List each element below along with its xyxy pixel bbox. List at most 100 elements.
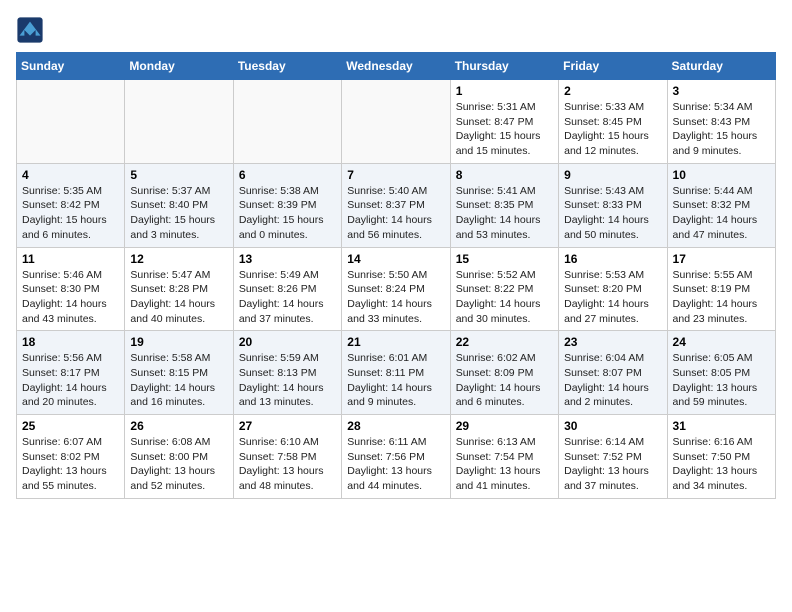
- day-number: 2: [564, 84, 661, 98]
- calendar-cell: [125, 80, 233, 164]
- day-number: 1: [456, 84, 553, 98]
- calendar-cell: 25 Sunrise: 6:07 AM Sunset: 8:02 PM Dayli…: [17, 415, 125, 499]
- day-number: 4: [22, 168, 119, 182]
- day-number: 28: [347, 419, 444, 433]
- day-info: Sunrise: 5:55 AM Sunset: 8:19 PM Dayligh…: [673, 268, 770, 327]
- calendar-cell: 10 Sunrise: 5:44 AM Sunset: 8:32 PM Dayli…: [667, 163, 775, 247]
- day-info: Sunrise: 5:35 AM Sunset: 8:42 PM Dayligh…: [22, 184, 119, 243]
- day-number: 9: [564, 168, 661, 182]
- day-info: Sunrise: 6:05 AM Sunset: 8:05 PM Dayligh…: [673, 351, 770, 410]
- day-info: Sunrise: 6:14 AM Sunset: 7:52 PM Dayligh…: [564, 435, 661, 494]
- week-row: 11Sunrise: 5:46 AM Sunset: 8:30 PM Dayli…: [17, 247, 776, 331]
- calendar-cell: 5 Sunrise: 5:37 AM Sunset: 8:40 PM Daylig…: [125, 163, 233, 247]
- calendar-cell: 12Sunrise: 5:47 AM Sunset: 8:28 PM Dayli…: [125, 247, 233, 331]
- day-number: 22: [456, 335, 553, 349]
- day-number: 6: [239, 168, 336, 182]
- day-info: Sunrise: 5:37 AM Sunset: 8:40 PM Dayligh…: [130, 184, 227, 243]
- calendar-cell: 28Sunrise: 6:11 AM Sunset: 7:56 PM Dayli…: [342, 415, 450, 499]
- calendar-cell: 2 Sunrise: 5:33 AM Sunset: 8:45 PM Daylig…: [559, 80, 667, 164]
- day-info: Sunrise: 5:53 AM Sunset: 8:20 PM Dayligh…: [564, 268, 661, 327]
- day-number: 5: [130, 168, 227, 182]
- calendar-cell: 19 Sunrise: 5:58 AM Sunset: 8:15 PM Dayli…: [125, 331, 233, 415]
- calendar-cell: 14 Sunrise: 5:50 AM Sunset: 8:24 PM Dayli…: [342, 247, 450, 331]
- day-info: Sunrise: 6:10 AM Sunset: 7:58 PM Dayligh…: [239, 435, 336, 494]
- day-info: Sunrise: 5:41 AM Sunset: 8:35 PM Dayligh…: [456, 184, 553, 243]
- calendar-cell: 27 Sunrise: 6:10 AM Sunset: 7:58 PM Dayli…: [233, 415, 341, 499]
- week-row: 25 Sunrise: 6:07 AM Sunset: 8:02 PM Dayli…: [17, 415, 776, 499]
- day-info: Sunrise: 5:52 AM Sunset: 8:22 PM Dayligh…: [456, 268, 553, 327]
- calendar-cell: 3 Sunrise: 5:34 AM Sunset: 8:43 PM Daylig…: [667, 80, 775, 164]
- weekday-header-cell: Sunday: [17, 53, 125, 80]
- day-number: 29: [456, 419, 553, 433]
- day-info: Sunrise: 6:08 AM Sunset: 8:00 PM Dayligh…: [130, 435, 227, 494]
- day-number: 14: [347, 252, 444, 266]
- calendar-body: 1Sunrise: 5:31 AM Sunset: 8:47 PM Daylig…: [17, 80, 776, 499]
- calendar-cell: 13 Sunrise: 5:49 AM Sunset: 8:26 PM Dayli…: [233, 247, 341, 331]
- weekday-header-cell: Wednesday: [342, 53, 450, 80]
- day-number: 15: [456, 252, 553, 266]
- day-number: 18: [22, 335, 119, 349]
- day-info: Sunrise: 5:38 AM Sunset: 8:39 PM Dayligh…: [239, 184, 336, 243]
- weekday-header-cell: Saturday: [667, 53, 775, 80]
- calendar-cell: 6 Sunrise: 5:38 AM Sunset: 8:39 PM Daylig…: [233, 163, 341, 247]
- weekday-header-cell: Friday: [559, 53, 667, 80]
- calendar-cell: 30 Sunrise: 6:14 AM Sunset: 7:52 PM Dayli…: [559, 415, 667, 499]
- calendar-cell: 21 Sunrise: 6:01 AM Sunset: 8:11 PM Dayli…: [342, 331, 450, 415]
- calendar-cell: 17 Sunrise: 5:55 AM Sunset: 8:19 PM Dayli…: [667, 247, 775, 331]
- calendar-cell: 29 Sunrise: 6:13 AM Sunset: 7:54 PM Dayli…: [450, 415, 558, 499]
- day-info: Sunrise: 5:44 AM Sunset: 8:32 PM Dayligh…: [673, 184, 770, 243]
- day-number: 23: [564, 335, 661, 349]
- weekday-header-cell: Tuesday: [233, 53, 341, 80]
- day-info: Sunrise: 5:56 AM Sunset: 8:17 PM Dayligh…: [22, 351, 119, 410]
- calendar-cell: 9 Sunrise: 5:43 AM Sunset: 8:33 PM Daylig…: [559, 163, 667, 247]
- day-number: 16: [564, 252, 661, 266]
- day-number: 8: [456, 168, 553, 182]
- day-number: 13: [239, 252, 336, 266]
- day-number: 19: [130, 335, 227, 349]
- week-row: 4 Sunrise: 5:35 AM Sunset: 8:42 PM Daylig…: [17, 163, 776, 247]
- day-info: Sunrise: 6:13 AM Sunset: 7:54 PM Dayligh…: [456, 435, 553, 494]
- calendar-cell: 24 Sunrise: 6:05 AM Sunset: 8:05 PM Dayli…: [667, 331, 775, 415]
- day-number: 31: [673, 419, 770, 433]
- calendar-cell: 7 Sunrise: 5:40 AM Sunset: 8:37 PM Daylig…: [342, 163, 450, 247]
- week-row: 18 Sunrise: 5:56 AM Sunset: 8:17 PM Dayli…: [17, 331, 776, 415]
- day-info: Sunrise: 6:07 AM Sunset: 8:02 PM Dayligh…: [22, 435, 119, 494]
- day-number: 20: [239, 335, 336, 349]
- day-info: Sunrise: 5:58 AM Sunset: 8:15 PM Dayligh…: [130, 351, 227, 410]
- calendar-cell: 8 Sunrise: 5:41 AM Sunset: 8:35 PM Daylig…: [450, 163, 558, 247]
- day-number: 12: [130, 252, 227, 266]
- day-number: 3: [673, 84, 770, 98]
- calendar-cell: 22 Sunrise: 6:02 AM Sunset: 8:09 PM Dayli…: [450, 331, 558, 415]
- day-number: 27: [239, 419, 336, 433]
- day-info: Sunrise: 6:04 AM Sunset: 8:07 PM Dayligh…: [564, 351, 661, 410]
- day-info: Sunrise: 5:34 AM Sunset: 8:43 PM Dayligh…: [673, 100, 770, 159]
- day-info: Sunrise: 5:43 AM Sunset: 8:33 PM Dayligh…: [564, 184, 661, 243]
- day-info: Sunrise: 5:59 AM Sunset: 8:13 PM Dayligh…: [239, 351, 336, 410]
- day-number: 25: [22, 419, 119, 433]
- calendar-cell: [17, 80, 125, 164]
- calendar-cell: [233, 80, 341, 164]
- day-info: Sunrise: 5:33 AM Sunset: 8:45 PM Dayligh…: [564, 100, 661, 159]
- day-info: Sunrise: 5:40 AM Sunset: 8:37 PM Dayligh…: [347, 184, 444, 243]
- day-number: 24: [673, 335, 770, 349]
- calendar-cell: 26 Sunrise: 6:08 AM Sunset: 8:00 PM Dayli…: [125, 415, 233, 499]
- header: [16, 16, 776, 44]
- day-number: 17: [673, 252, 770, 266]
- day-info: Sunrise: 5:49 AM Sunset: 8:26 PM Dayligh…: [239, 268, 336, 327]
- day-info: Sunrise: 5:46 AM Sunset: 8:30 PM Dayligh…: [22, 268, 119, 327]
- day-info: Sunrise: 6:02 AM Sunset: 8:09 PM Dayligh…: [456, 351, 553, 410]
- calendar-cell: 18 Sunrise: 5:56 AM Sunset: 8:17 PM Dayli…: [17, 331, 125, 415]
- day-info: Sunrise: 6:16 AM Sunset: 7:50 PM Dayligh…: [673, 435, 770, 494]
- day-number: 7: [347, 168, 444, 182]
- weekday-header-cell: Monday: [125, 53, 233, 80]
- day-info: Sunrise: 5:50 AM Sunset: 8:24 PM Dayligh…: [347, 268, 444, 327]
- day-info: Sunrise: 6:01 AM Sunset: 8:11 PM Dayligh…: [347, 351, 444, 410]
- day-number: 21: [347, 335, 444, 349]
- weekday-header-cell: Thursday: [450, 53, 558, 80]
- logo: [16, 16, 46, 44]
- day-number: 26: [130, 419, 227, 433]
- day-number: 10: [673, 168, 770, 182]
- day-number: 30: [564, 419, 661, 433]
- logo-icon: [16, 16, 44, 44]
- week-row: 1Sunrise: 5:31 AM Sunset: 8:47 PM Daylig…: [17, 80, 776, 164]
